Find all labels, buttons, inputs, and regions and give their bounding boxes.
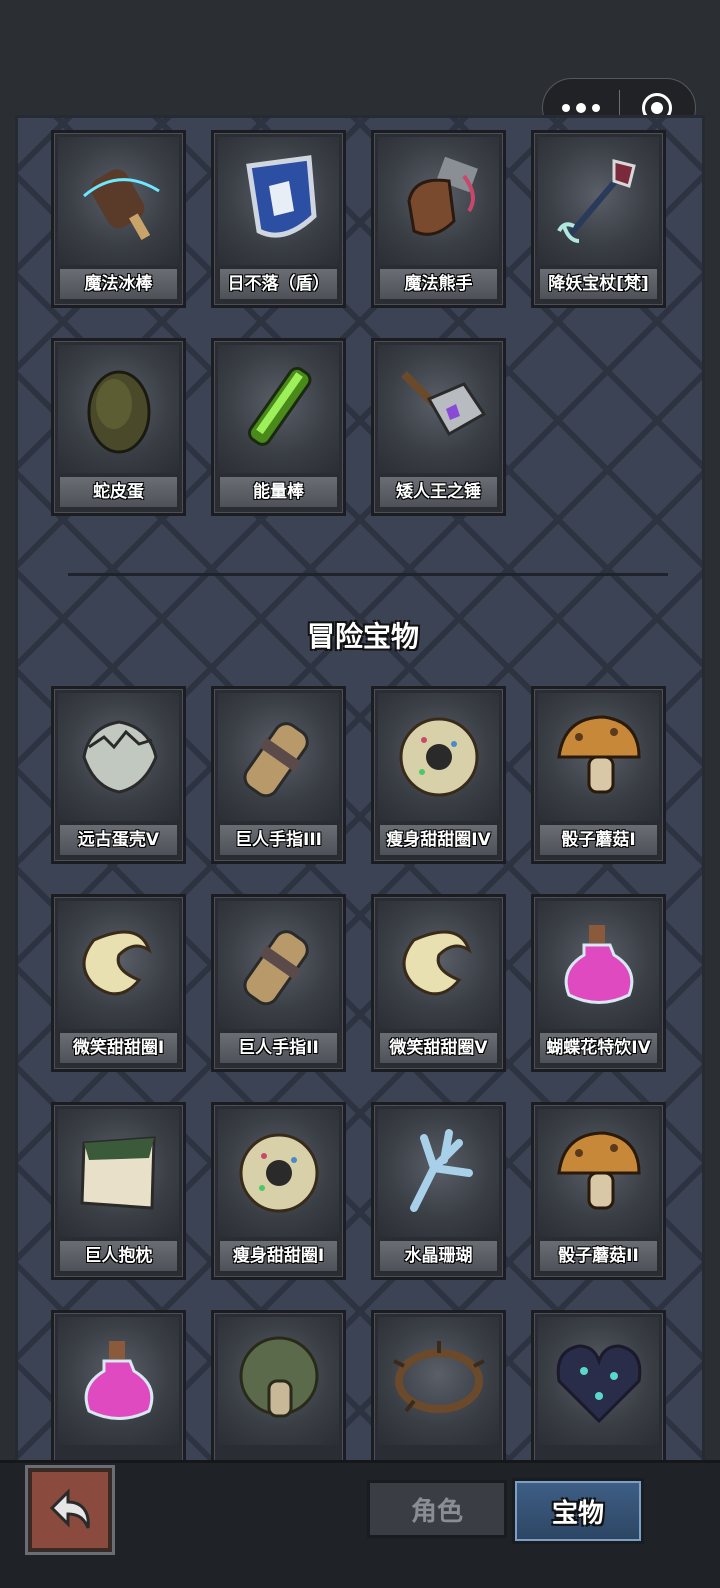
tab-treasure[interactable]: 宝物: [512, 1478, 644, 1544]
treasure-card[interactable]: [531, 1310, 666, 1460]
eggshell-icon: [58, 693, 179, 821]
treasure-label: 微笑甜甜圈I: [58, 1031, 179, 1065]
treasure-card[interactable]: 骰子蘑菇I: [531, 686, 666, 864]
treasure-label: 巨人手指III: [218, 823, 339, 857]
hammer-icon: [378, 345, 499, 473]
treasure-label: 骰子蘑菇II: [538, 1239, 659, 1273]
dice-mushroom-icon: [538, 693, 659, 821]
section-divider: [68, 573, 668, 576]
shield-icon: [218, 137, 339, 265]
treasure-label: 水晶珊瑚: [378, 1239, 499, 1273]
energy-bar-icon: [218, 345, 339, 473]
treasure-label: 能量棒: [218, 475, 339, 509]
treasure-card[interactable]: 魔法熊手: [371, 130, 506, 308]
back-button[interactable]: [28, 1468, 112, 1552]
treasure-label: 魔法冰棒: [58, 267, 179, 301]
snake-egg-icon: [58, 345, 179, 473]
treasure-label: 巨人手指II: [218, 1031, 339, 1065]
treasure-label: 微笑甜甜圈V: [378, 1031, 499, 1065]
crystal-heart-icon: [538, 1317, 659, 1445]
treasure-card[interactable]: 巨人手指II: [211, 894, 346, 1072]
treasure-panel[interactable]: 魔法冰棒 日不落（盾） 魔法熊手 降妖宝杖[梵] 蛇皮蛋 能量棒 矮人王之锤 冒险宝物 远古…: [15, 115, 705, 1460]
back-arrow-icon: [49, 1488, 90, 1529]
treasure-card[interactable]: 魔法冰棒: [51, 130, 186, 308]
treasure-card[interactable]: 微笑甜甜圈I: [51, 894, 186, 1072]
treasure-label: 巨人抱枕: [58, 1239, 179, 1273]
treasure-label: 蛇皮蛋: [58, 475, 179, 509]
treasure-card[interactable]: 蝴蝶花特饮IV: [531, 894, 666, 1072]
treasure-card[interactable]: 日不落（盾）: [211, 130, 346, 308]
treasure-card[interactable]: 远古蛋壳V: [51, 686, 186, 864]
ice-pop-icon: [58, 137, 179, 265]
crystal-coral-icon: [378, 1109, 499, 1237]
treasure-label: 瘦身甜甜圈IV: [378, 823, 499, 857]
treasure-card[interactable]: 蛇皮蛋: [51, 338, 186, 516]
treasure-label: 降妖宝杖[梵]: [538, 267, 659, 301]
potion-icon: [58, 1317, 179, 1445]
giant-finger-icon: [218, 693, 339, 821]
treasure-card[interactable]: 瘦身甜甜圈IV: [371, 686, 506, 864]
bear-paw-icon: [378, 137, 499, 265]
dice-mushroom-icon: [538, 1109, 659, 1237]
section-title: 冒险宝物: [306, 620, 419, 653]
tab-role[interactable]: 角色: [367, 1480, 507, 1538]
pillow-icon: [58, 1109, 179, 1237]
donut-icon: [218, 1109, 339, 1237]
smile-donut-icon: [378, 901, 499, 1029]
treasure-label: 蝴蝶花特饮IV: [538, 1031, 659, 1065]
treasure-label: 瘦身甜甜圈I: [218, 1239, 339, 1273]
treasure-card[interactable]: [211, 1310, 346, 1460]
donut-icon: [378, 693, 499, 821]
treasure-label: 远古蛋壳V: [58, 823, 179, 857]
treasure-label: 骰子蘑菇I: [538, 823, 659, 857]
treasure-card[interactable]: [371, 1310, 506, 1460]
treasure-label: 魔法熊手: [378, 267, 499, 301]
treasure-label: 日不落（盾）: [218, 267, 339, 301]
treasure-card[interactable]: 骰子蘑菇II: [531, 1102, 666, 1280]
treasure-card[interactable]: 水晶珊瑚: [371, 1102, 506, 1280]
treasure-card[interactable]: 巨人手指III: [211, 686, 346, 864]
treasure-card[interactable]: 微笑甜甜圈V: [371, 894, 506, 1072]
treasure-card[interactable]: 降妖宝杖[梵]: [531, 130, 666, 308]
treasure-card[interactable]: 能量棒: [211, 338, 346, 516]
green-mushroom-icon: [218, 1317, 339, 1445]
smile-donut-icon: [58, 901, 179, 1029]
treasure-card[interactable]: [51, 1310, 186, 1460]
thorn-ring-icon: [378, 1317, 499, 1445]
treasure-label: 矮人王之锤: [378, 475, 499, 509]
potion-icon: [538, 901, 659, 1029]
treasure-card[interactable]: 矮人王之锤: [371, 338, 506, 516]
treasure-card[interactable]: 瘦身甜甜圈I: [211, 1102, 346, 1280]
treasure-card[interactable]: 巨人抱枕: [51, 1102, 186, 1280]
giant-finger-icon: [218, 901, 339, 1029]
staff-icon: [538, 137, 659, 265]
